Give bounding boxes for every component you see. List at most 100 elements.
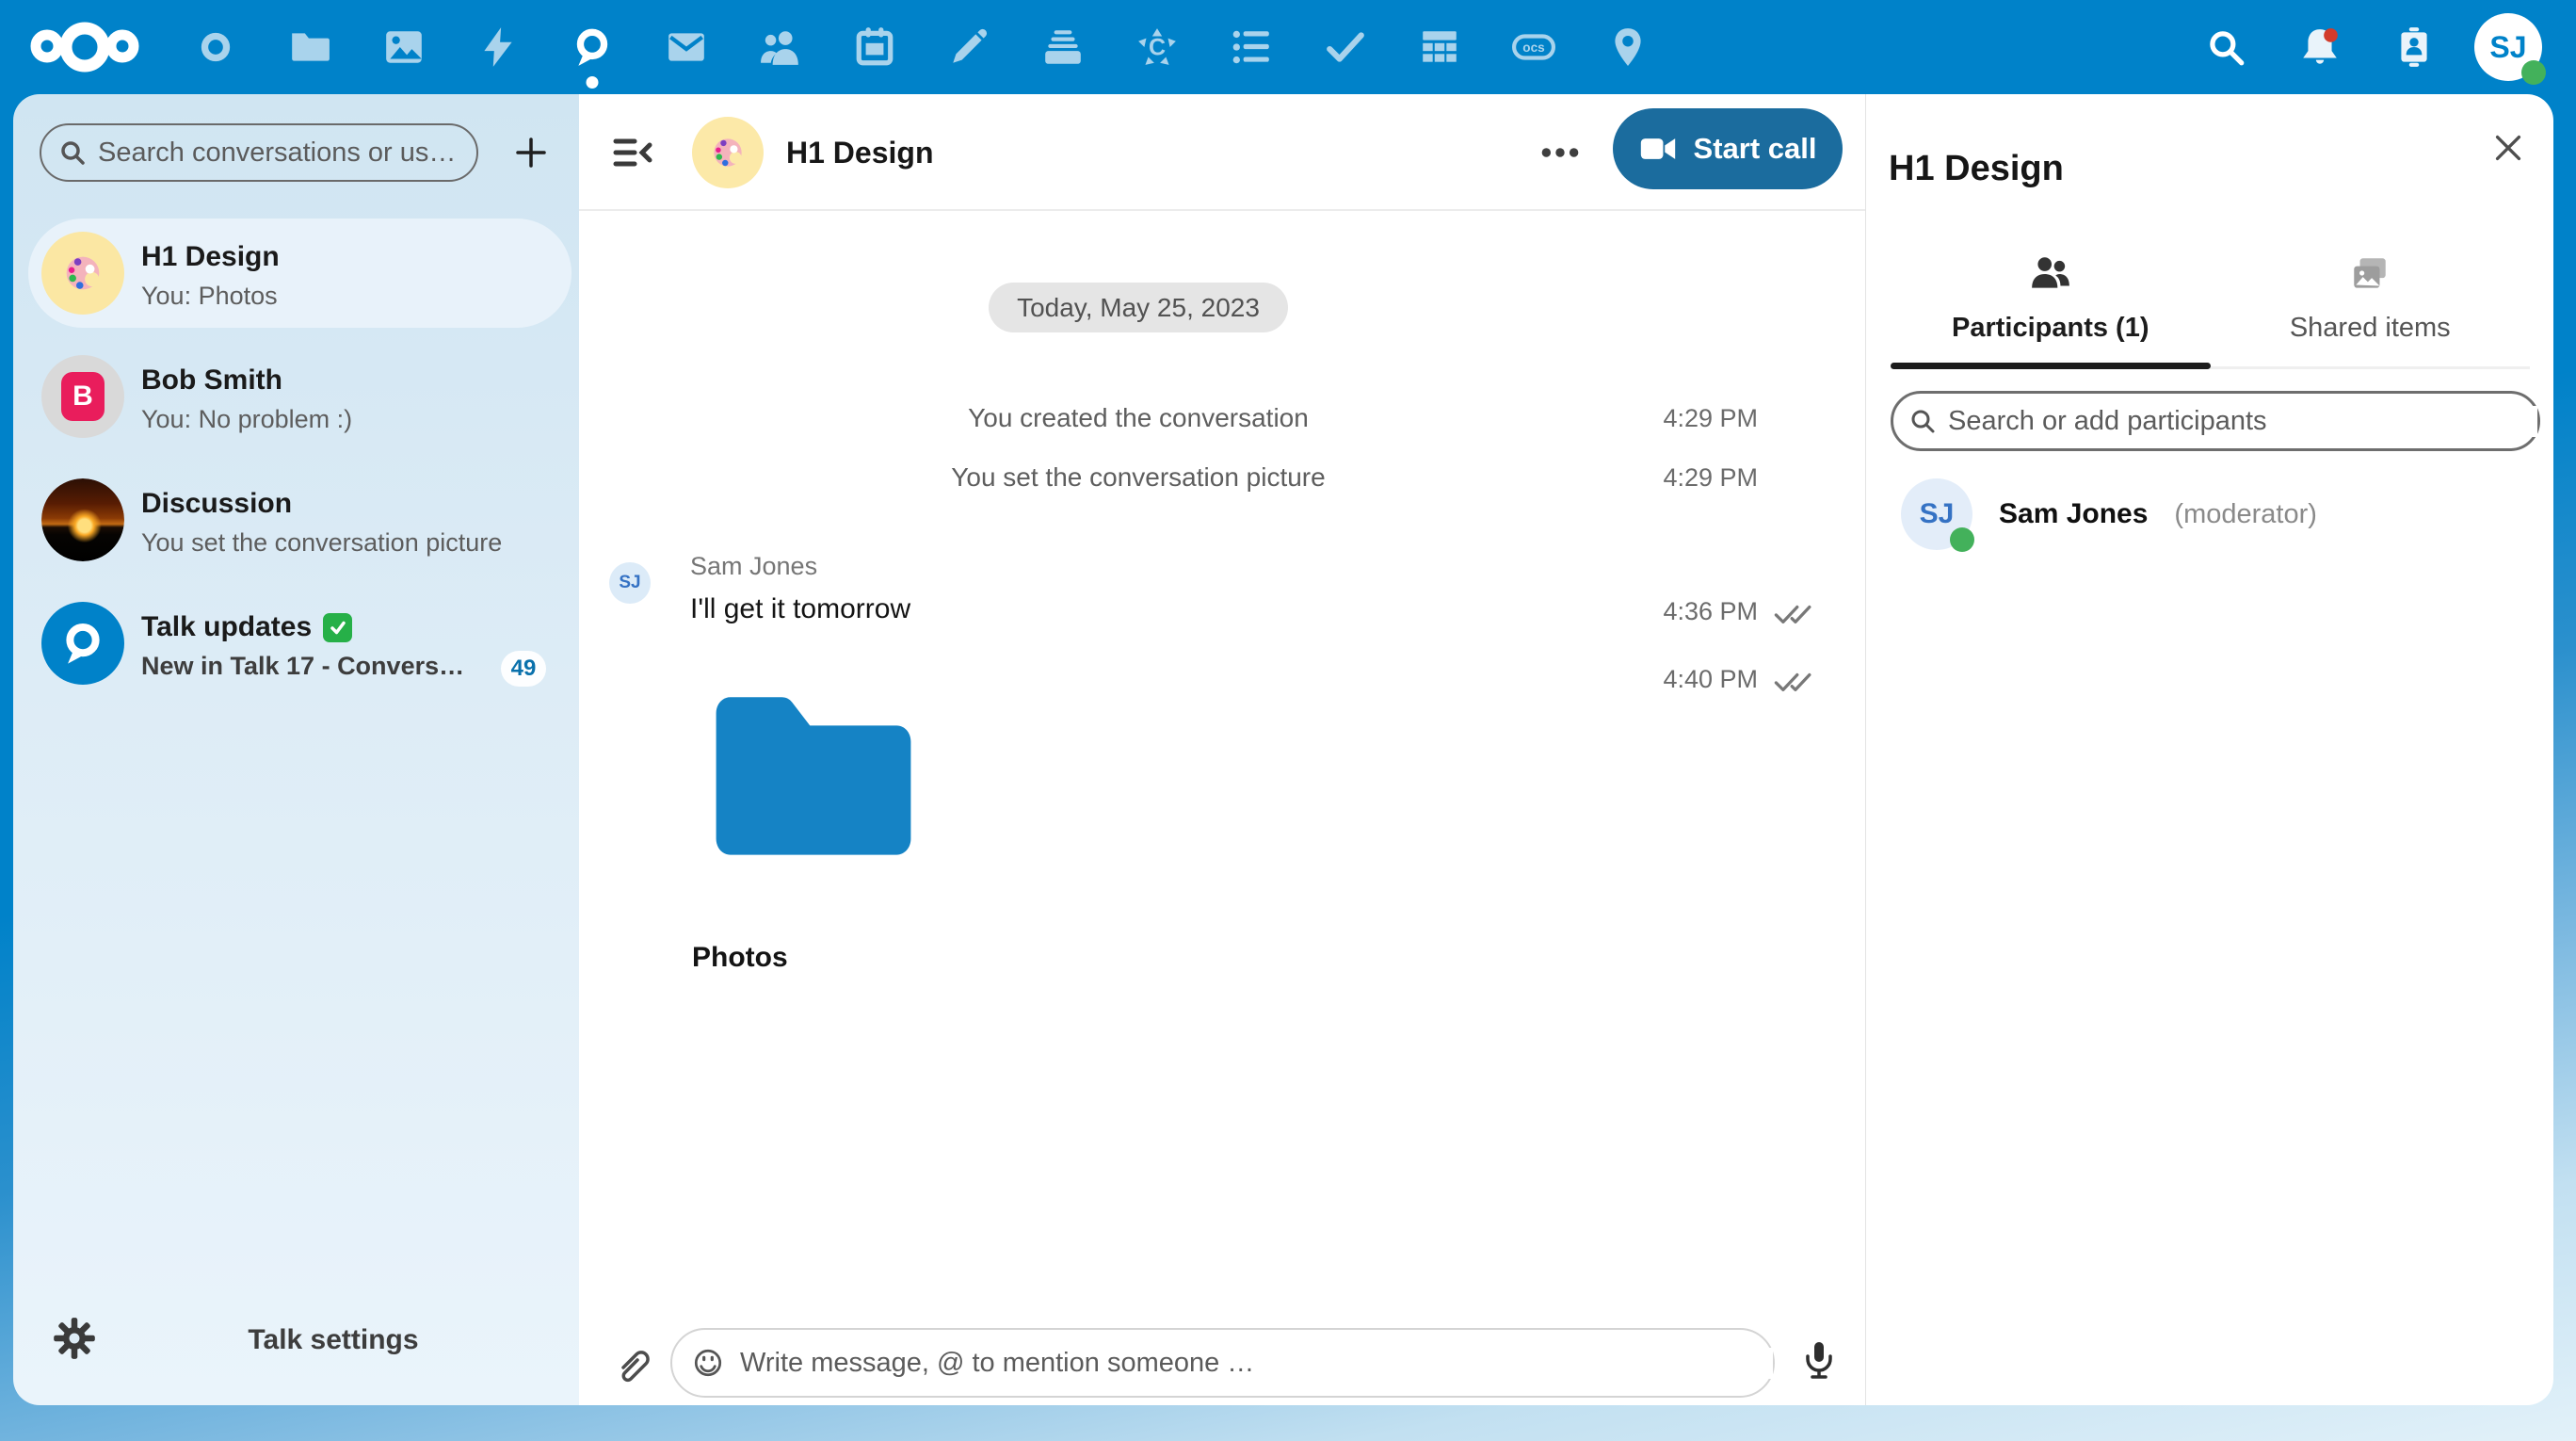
details-tabs: Participants (1) Shared items (1891, 245, 2530, 369)
participant-role: (moderator) (2174, 499, 2317, 530)
checks-app-icon[interactable] (1298, 0, 1393, 94)
user-online-status-dot (2521, 60, 2546, 85)
conversation-item-talk-updates[interactable]: Talk updates New in Talk 17 - Convers… 4… (28, 589, 572, 698)
notification-red-dot (2324, 28, 2338, 42)
emoji-picker-icon[interactable] (689, 1344, 727, 1382)
svg-text:ocs: ocs (1522, 40, 1544, 55)
message-text: I'll get it tomorrow (690, 593, 910, 625)
user-avatar[interactable]: SJ (2461, 0, 2555, 94)
conversation-details-panel: H1 Design Participants (1) Shared items (1865, 94, 2553, 1405)
ocs-app-icon[interactable]: ocs (1487, 0, 1581, 94)
dashboard-app-icon[interactable] (169, 0, 263, 94)
talk-app-icon[interactable] (545, 0, 639, 94)
shared-items-media-icon (2348, 252, 2391, 300)
details-title: H1 Design (1889, 149, 2064, 189)
attachment-paperclip-icon[interactable] (608, 1341, 657, 1390)
system-message: You set the conversation picture (579, 462, 1698, 493)
conversation-last-message: You set the conversation picture (141, 528, 518, 558)
sunset-photo-avatar (41, 478, 124, 561)
shared-file-name: Photos (692, 942, 788, 974)
participants-search-input[interactable] (1948, 406, 2537, 437)
contacts-app-icon[interactable] (733, 0, 828, 94)
conversation-title: Discussion (141, 488, 572, 520)
activity-app-icon[interactable] (451, 0, 545, 94)
message-time: 4:36 PM (1663, 597, 1758, 626)
new-conversation-button[interactable] (505, 126, 557, 179)
svg-text:C: C (1149, 34, 1166, 60)
talk-settings-label: Talk settings (126, 1324, 540, 1356)
videocam-icon (1639, 130, 1677, 168)
green-check-emoji-icon (323, 613, 352, 642)
files-app-icon[interactable] (263, 0, 357, 94)
tab-participants[interactable]: Participants (1) (1891, 245, 2211, 366)
search-icon (58, 138, 87, 167)
close-icon[interactable] (2487, 127, 2529, 169)
chat-panel: H1 Design Start call Today, May 25, 2023… (579, 94, 1865, 1405)
start-call-button[interactable]: Start call (1613, 108, 1843, 189)
conversation-item-bob-smith[interactable]: B Bob Smith You: No problem :) (28, 342, 572, 451)
maps-app-icon[interactable] (1581, 0, 1675, 94)
participant-name: Sam Jones (1999, 498, 2148, 530)
nextcloud-talk-screen: C ocs SJ (0, 0, 2576, 1441)
shared-folder-preview[interactable] (706, 687, 921, 864)
palette-avatar-icon (41, 232, 124, 315)
collectives-app-icon[interactable]: C (1110, 0, 1204, 94)
notifications-bell-icon[interactable] (2273, 0, 2367, 94)
participant-online-dot (1950, 527, 1974, 552)
conversation-search-field[interactable] (40, 123, 478, 182)
message-input[interactable] (740, 1348, 1773, 1379)
calendar-app-icon[interactable] (828, 0, 922, 94)
read-receipt-double-check-icon (1773, 669, 1816, 700)
unread-count-badge: 49 (501, 651, 546, 687)
talk-settings-button[interactable]: Talk settings (13, 1302, 579, 1405)
chat-title: H1 Design (786, 136, 933, 170)
conversation-item-discussion[interactable]: Discussion You set the conversation pict… (28, 465, 572, 575)
tasks-app-icon[interactable] (1204, 0, 1298, 94)
date-separator: Today, May 25, 2023 (579, 283, 1698, 332)
mail-app-icon[interactable] (639, 0, 733, 94)
conversation-last-message: You: Photos (141, 282, 518, 311)
system-message: You created the conversation (579, 403, 1698, 433)
top-navigation-bar: C ocs SJ (0, 0, 2576, 94)
tab-shared-items[interactable]: Shared items (2211, 245, 2531, 366)
chat-conversation-avatar (692, 117, 764, 188)
message-author-name: Sam Jones (690, 552, 817, 581)
nextcloud-logo-icon[interactable] (9, 0, 160, 94)
participant-avatar: SJ (1901, 478, 1972, 550)
app-content-card: H1 Design You: Photos B Bob Smith You: N… (13, 94, 2553, 1405)
deck-app-icon[interactable] (1016, 0, 1110, 94)
b-logo-icon: B (61, 372, 105, 421)
contacts-menu-icon[interactable] (2367, 0, 2461, 94)
topbar-right-cluster: SJ (2179, 0, 2555, 94)
photos-app-icon[interactable] (357, 0, 451, 94)
gear-icon (52, 1316, 97, 1366)
conversation-title: Bob Smith (141, 364, 572, 397)
bob-smith-avatar: B (41, 355, 124, 438)
conversation-search-input[interactable] (98, 138, 456, 169)
message-time: 4:40 PM (1663, 665, 1758, 694)
conversations-sidebar: H1 Design You: Photos B Bob Smith You: N… (13, 94, 579, 1405)
message-time: 4:29 PM (1663, 463, 1758, 493)
conversation-actions-menu-icon[interactable] (1532, 124, 1588, 181)
chat-header: H1 Design Start call (579, 94, 1865, 211)
voice-message-mic-icon[interactable] (1795, 1336, 1843, 1384)
message-author-avatar: SJ (609, 562, 651, 604)
conversation-last-message: New in Talk 17 - Convers… (141, 652, 518, 681)
notes-app-icon[interactable] (922, 0, 1016, 94)
app-menu: C ocs (169, 0, 1675, 94)
collapse-sidebar-icon[interactable] (604, 124, 661, 181)
message-time: 4:29 PM (1663, 404, 1758, 433)
conversation-list: H1 Design You: Photos B Bob Smith You: N… (28, 219, 572, 712)
participants-people-icon (2029, 252, 2072, 300)
message-compose-field[interactable] (670, 1328, 1775, 1398)
conversation-title: H1 Design (141, 241, 572, 273)
folder-icon (706, 687, 921, 864)
read-receipt-double-check-icon (1773, 601, 1816, 632)
participants-search-field[interactable] (1891, 391, 2540, 451)
search-icon (1908, 407, 1937, 435)
unified-search-icon[interactable] (2179, 0, 2273, 94)
conversation-item-h1-design[interactable]: H1 Design You: Photos (28, 219, 572, 328)
tables-app-icon[interactable] (1393, 0, 1487, 94)
talk-logo-avatar (41, 602, 124, 685)
participant-row[interactable]: SJ Sam Jones (moderator) (1901, 478, 2317, 550)
